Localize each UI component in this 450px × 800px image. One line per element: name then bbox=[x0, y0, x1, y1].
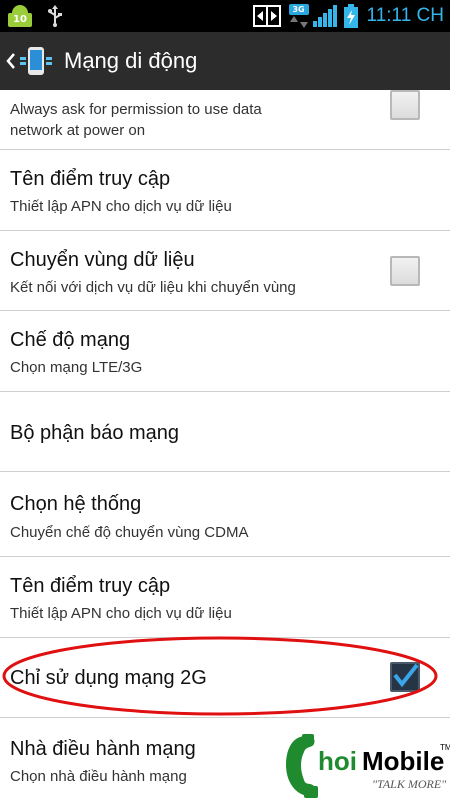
android-badge-count: 10 bbox=[8, 13, 32, 27]
setting-title: Chuyển vùng dữ liệu bbox=[10, 249, 195, 271]
action-bar: Mạng di động bbox=[0, 32, 450, 90]
setting-summary: Kết nối với dịch vụ dữ liệu khi chuyển v… bbox=[10, 279, 296, 296]
setting-title: Chế độ mạng bbox=[10, 329, 131, 351]
signal-icon bbox=[312, 5, 337, 27]
svg-text:hoi: hoi bbox=[318, 746, 357, 776]
page-title: Mạng di động bbox=[64, 48, 198, 73]
network-3g-icon: 3G bbox=[288, 4, 309, 28]
setting-access-point[interactable]: Tên điểm truy cập Thiết lập APN cho dịch… bbox=[0, 150, 450, 231]
setting-summary: Chọn nhà điều hành mạng bbox=[10, 768, 187, 785]
setting-title: Tên điểm truy cập bbox=[10, 575, 171, 597]
setting-title: Chỉ sử dụng mạng 2G bbox=[10, 667, 207, 689]
setting-summary-line2: network at power on bbox=[10, 122, 146, 139]
data-permission-checkbox[interactable] bbox=[390, 90, 420, 120]
setting-summary: Thiết lập APN cho dịch vụ dữ liệu bbox=[10, 605, 232, 622]
network-type-label: 3G bbox=[288, 4, 309, 15]
svg-text:"TALK MORE": "TALK MORE" bbox=[372, 777, 447, 791]
setting-title: Tên điểm truy cập bbox=[10, 168, 171, 190]
svg-text:Mobile: Mobile bbox=[362, 746, 444, 776]
setting-network-mode[interactable]: Chế độ mạng Chọn mạng LTE/3G bbox=[0, 311, 450, 392]
setting-title: Bộ phận báo mạng bbox=[10, 422, 180, 444]
status-bar: 10 3G 11:11 CH bbox=[0, 0, 450, 32]
usb-icon bbox=[48, 5, 62, 27]
android-notification-icon: 10 bbox=[8, 5, 32, 27]
setting-title: Chọn hệ thống bbox=[10, 493, 142, 515]
settings-list: Always ask for permission to use data ne… bbox=[0, 90, 450, 800]
choimobile-watermark-logo: hoi Mobile TM "TALK MORE" bbox=[286, 734, 450, 798]
setting-data-roaming[interactable]: Chuyển vùng dữ liệu Kết nối với dịch vụ … bbox=[0, 231, 450, 311]
setting-summary: Thiết lập APN cho dịch vụ dữ liệu bbox=[10, 198, 232, 215]
network-share-icon bbox=[252, 5, 281, 27]
setting-title: Nhà điều hành mạng bbox=[10, 738, 196, 760]
setting-summary: Chuyển chế độ chuyển vùng CDMA bbox=[10, 524, 249, 541]
setting-data-permission[interactable]: Always ask for permission to use data ne… bbox=[0, 90, 450, 150]
checkmark-icon bbox=[393, 663, 419, 688]
setting-summary-line1: Always ask for permission to use data bbox=[10, 101, 262, 118]
setting-system-select[interactable]: Chọn hệ thống Chuyển chế độ chuyển vùng … bbox=[0, 472, 450, 557]
setting-2g-only[interactable]: Chỉ sử dụng mạng 2G bbox=[0, 638, 450, 718]
svg-text:TM: TM bbox=[440, 743, 450, 752]
status-clock: 11:11 CH bbox=[366, 5, 444, 26]
setting-access-point-2[interactable]: Tên điểm truy cập Thiết lập APN cho dịch… bbox=[0, 557, 450, 638]
setting-network-notifier[interactable]: Bộ phận báo mạng bbox=[0, 392, 450, 472]
data-roaming-checkbox[interactable] bbox=[390, 256, 420, 286]
battery-charging-icon bbox=[343, 4, 358, 28]
notification-area: 10 bbox=[8, 4, 62, 28]
back-chevron-icon[interactable] bbox=[4, 51, 18, 71]
mobile-network-app-icon[interactable] bbox=[20, 45, 52, 77]
system-icons: 3G 11:11 CH bbox=[252, 0, 444, 32]
2g-only-checkbox[interactable] bbox=[390, 662, 420, 692]
setting-summary: Chọn mạng LTE/3G bbox=[10, 359, 143, 376]
